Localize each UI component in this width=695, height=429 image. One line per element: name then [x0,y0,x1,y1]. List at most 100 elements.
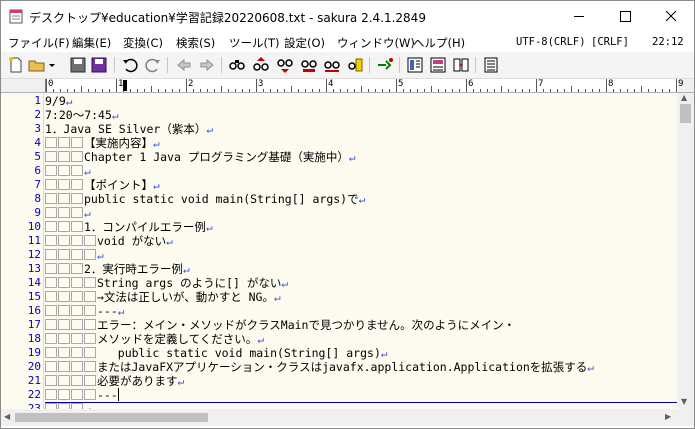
ruler-tick [410,89,411,92]
close-button[interactable] [648,1,694,32]
line-content: 1．コンパイルエラー例↵ [45,220,213,234]
line-number: 10 [27,220,41,233]
minimize-button[interactable] [556,1,602,32]
undo-icon[interactable] [121,56,139,74]
scroll-up-arrow-icon[interactable]: ▲ [681,93,687,102]
horizontal-scroll-thumb[interactable] [15,413,208,422]
ruler-tick [214,89,215,92]
fullwidth-space-marker [45,305,57,316]
ruler-tick [298,89,299,92]
save-icon[interactable] [69,56,87,74]
return-mark-icon: ↵ [348,151,356,164]
text-editor[interactable]: 1 9/9↵ 2 7:20～7:45↵ 3 1．Java SE Silver（紫本）↵ 4 【… [1,93,677,416]
line-content: --- [45,388,119,402]
redo-icon[interactable] [144,56,162,74]
menu-tools[interactable]: ツール(T) [229,35,280,51]
title-bar[interactable]: デスクトップ¥education¥学習記録20220608.txt - saku… [1,1,694,32]
editor-line[interactable]: 16 ---↵ [1,304,677,318]
editor-line[interactable]: 11 void がない↵ [1,234,677,248]
return-mark-icon: ↵ [358,193,366,206]
fullwidth-space-marker [45,193,57,204]
editor-line[interactable]: 6 ↵ [1,164,677,178]
editor-line[interactable]: 21 必要があります↵ [1,374,677,388]
tag-jump-icon[interactable] [429,56,447,74]
select-icon[interactable] [323,56,341,74]
eol-status: [CRLF] [591,36,629,48]
bookmark-icon[interactable] [346,56,364,74]
compare-icon[interactable] [452,56,470,74]
menu-window[interactable]: ウィンドウ(W) [337,35,415,51]
search-next-icon[interactable] [276,56,294,74]
editor-line[interactable]: 18 メソッドを定義してください。↵ [1,332,677,346]
line-content: 必要があります↵ [45,374,184,388]
jump-back-icon[interactable] [175,56,193,74]
editor-line[interactable]: 1 9/9↵ [1,94,677,108]
editor-line[interactable]: 3 1．Java SE Silver（紫本）↵ [1,122,677,136]
ruler-tick [424,89,425,92]
editor-line[interactable]: 13 2．実行時エラー例↵ [1,262,677,276]
save-all-icon[interactable] [90,56,108,74]
dropdown-icon[interactable] [47,56,57,74]
return-mark-icon: ↵ [153,179,160,192]
ruler-tick [102,89,103,92]
maximize-button[interactable] [602,1,648,32]
ruler-label: 3 [258,79,264,89]
editor-line[interactable]: 22 --- [1,388,677,402]
vertical-scrollbar[interactable]: ▲ ▼ [677,93,694,409]
editor-line[interactable]: 14 String args のように[] がない↵ [1,276,677,290]
editor-line[interactable]: 10 1．コンパイルエラー例↵ [1,220,677,234]
return-mark-icon: ↵ [177,375,185,388]
jump-forward-icon[interactable] [198,56,216,74]
menu-search[interactable]: 検索(S) [176,35,215,51]
menu-edit[interactable]: 編集(E) [72,35,111,51]
open-folder-icon[interactable] [28,56,46,74]
ruler-tick [557,89,558,92]
search-prev-icon[interactable] [252,56,270,74]
menu-convert[interactable]: 変換(C) [123,35,163,51]
editor-line[interactable]: 17 エラー：メイン・メソッドがクラスMainで見つかりません。次のようにメイン・ [1,318,677,332]
scroll-left-arrow-icon[interactable]: ◀ [4,412,10,421]
fullwidth-space-marker [45,221,57,232]
ruler-label: 6 [468,79,474,89]
return-mark-icon: ↵ [182,263,190,276]
new-file-icon[interactable] [7,56,25,74]
ruler-tick [501,86,502,92]
outline-icon[interactable] [406,56,424,74]
window-title: デスクトップ¥education¥学習記録20220608.txt - saku… [29,11,426,25]
fullwidth-space-marker [84,277,96,288]
editor-line[interactable]: 5 Chapter 1 Java プログラミング基礎（実施中）↵ [1,150,677,164]
ruler-tick [172,89,173,92]
editor-line[interactable]: 7 【ポイント】↵ [1,178,677,192]
return-mark-icon: ↵ [587,361,594,374]
line-text: →文法は正しいが、動かすと NG。 [97,290,274,304]
replace-icon[interactable] [300,56,318,74]
fullwidth-space-marker [84,333,96,344]
horizontal-scrollbar[interactable]: ◀ ▶ [1,409,677,426]
fullwidth-space-marker [45,137,57,148]
settings-icon[interactable] [482,56,500,74]
ruler-tick [67,89,68,92]
editor-line[interactable]: 20 またはJavaFXアプリケーション・クラスはjavafx.applicati… [1,360,677,374]
menu-help[interactable]: ヘルプ(H) [413,35,465,51]
sakura-app-icon [9,9,23,24]
editor-line[interactable]: 19 public static void main(String[] args… [1,346,677,360]
scroll-down-arrow-icon[interactable]: ▼ [681,397,687,406]
search-icon[interactable] [228,56,246,74]
editor-line[interactable]: 9 ↵ [1,206,677,220]
editor-line[interactable]: 2 7:20～7:45↵ [1,108,677,122]
editor-line[interactable]: 4 【実施内容】↵ [1,136,677,150]
editor-line[interactable]: 8 public static void main(String[] args)で… [1,192,677,206]
menu-settings[interactable]: 設定(O) [284,35,325,51]
menu-file[interactable]: ファイル(F) [8,35,70,51]
fullwidth-space-marker [84,375,96,386]
editor-line[interactable]: 12 ↵ [1,248,677,262]
scroll-right-arrow-icon[interactable]: ▶ [665,412,671,421]
vertical-scroll-thumb[interactable] [680,104,691,123]
fullwidth-space-marker [58,361,70,372]
line-text: 【ポイント】 [84,178,153,192]
ruler-track: 0123456789 [45,79,683,92]
grep-icon[interactable] [376,56,394,74]
ruler-tick [641,86,642,92]
fullwidth-space-marker [84,347,96,358]
editor-line[interactable]: 15 →文法は正しいが、動かすと NG。↵ [1,290,677,304]
